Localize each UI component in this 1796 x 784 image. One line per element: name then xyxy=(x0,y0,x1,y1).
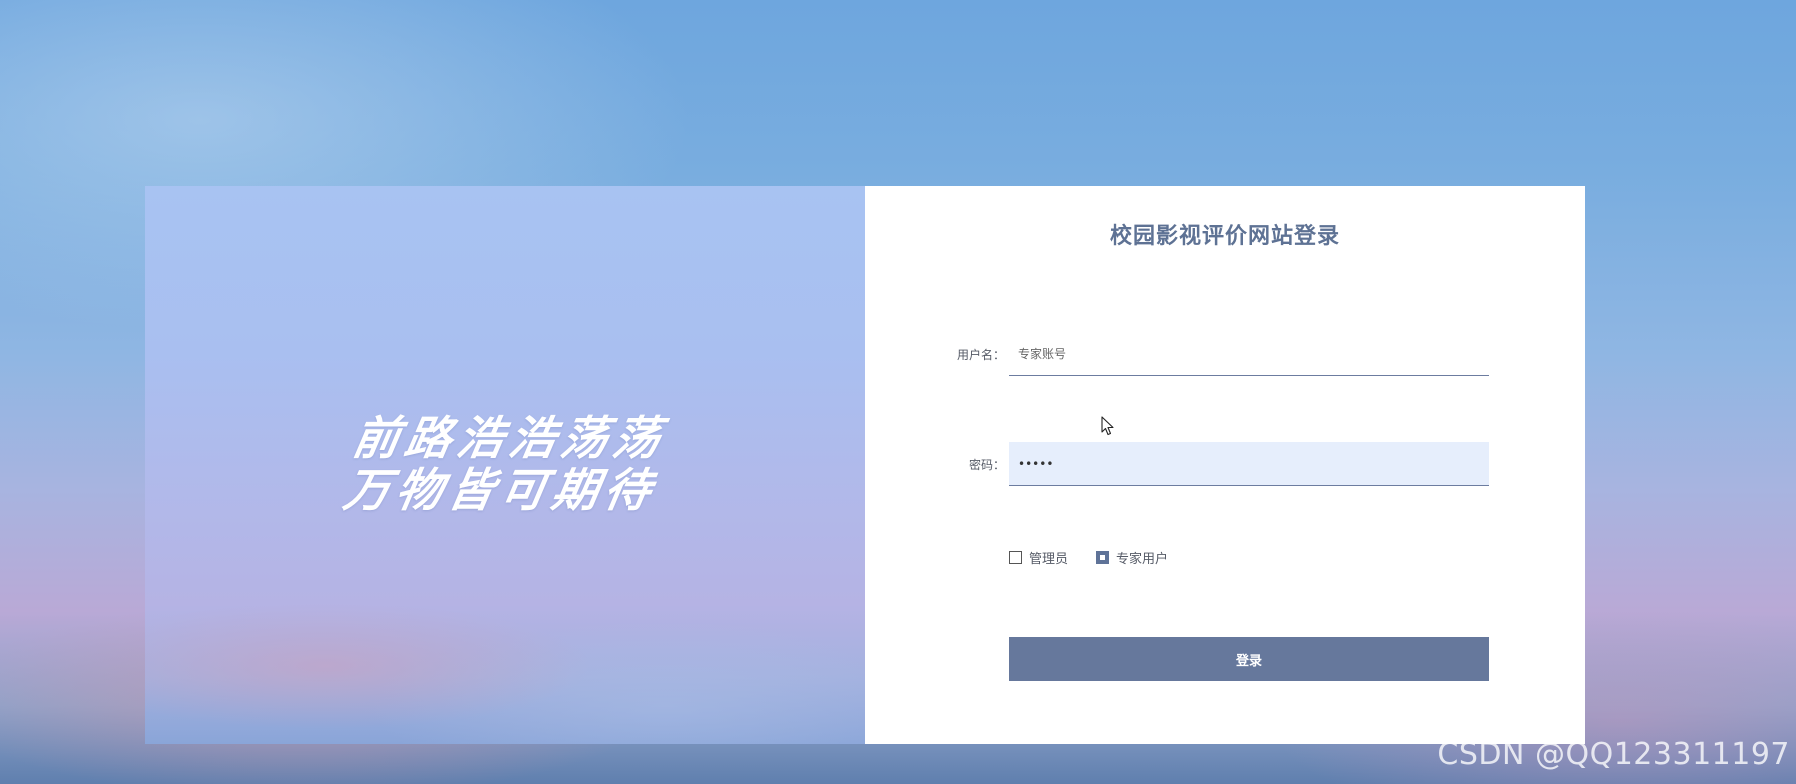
mouse-cursor-icon xyxy=(1101,416,1114,436)
hero-banner: 前路浩浩荡荡 万物皆可期待 xyxy=(145,186,865,744)
admin-checkbox[interactable] xyxy=(1009,551,1022,564)
role-option-admin[interactable]: 管理员 xyxy=(1009,548,1068,567)
login-stage: 前路浩浩荡荡 万物皆可期待 校园影视评价网站登录 用户名： 密码： 管理员 专家… xyxy=(145,186,1585,744)
watermark: CSDN @QQ123311197 xyxy=(1437,737,1790,772)
slogan-line-2: 万物皆可期待 xyxy=(339,463,662,517)
username-label: 用户名： xyxy=(956,348,1005,362)
password-label: 密码： xyxy=(968,458,1005,472)
slogan-line-1: 前路浩浩荡荡 xyxy=(348,411,671,465)
expert-checkbox[interactable] xyxy=(1096,551,1110,564)
role-selector: 管理员 专家用户 xyxy=(1009,548,1196,567)
password-input[interactable] xyxy=(1009,442,1489,486)
page-title: 校园影视评价网站登录 xyxy=(1109,224,1340,249)
role-option-expert[interactable]: 专家用户 xyxy=(1096,548,1168,567)
role-label-expert: 专家用户 xyxy=(1116,552,1169,567)
login-panel: 校园影视评价网站登录 用户名： 密码： 管理员 专家用户 登录 xyxy=(865,186,1585,744)
hero-slogan: 前路浩浩荡荡 万物皆可期待 xyxy=(339,411,671,517)
role-label-admin: 管理员 xyxy=(1029,552,1069,567)
username-input[interactable] xyxy=(1009,332,1489,376)
login-button[interactable]: 登录 xyxy=(1009,637,1489,681)
